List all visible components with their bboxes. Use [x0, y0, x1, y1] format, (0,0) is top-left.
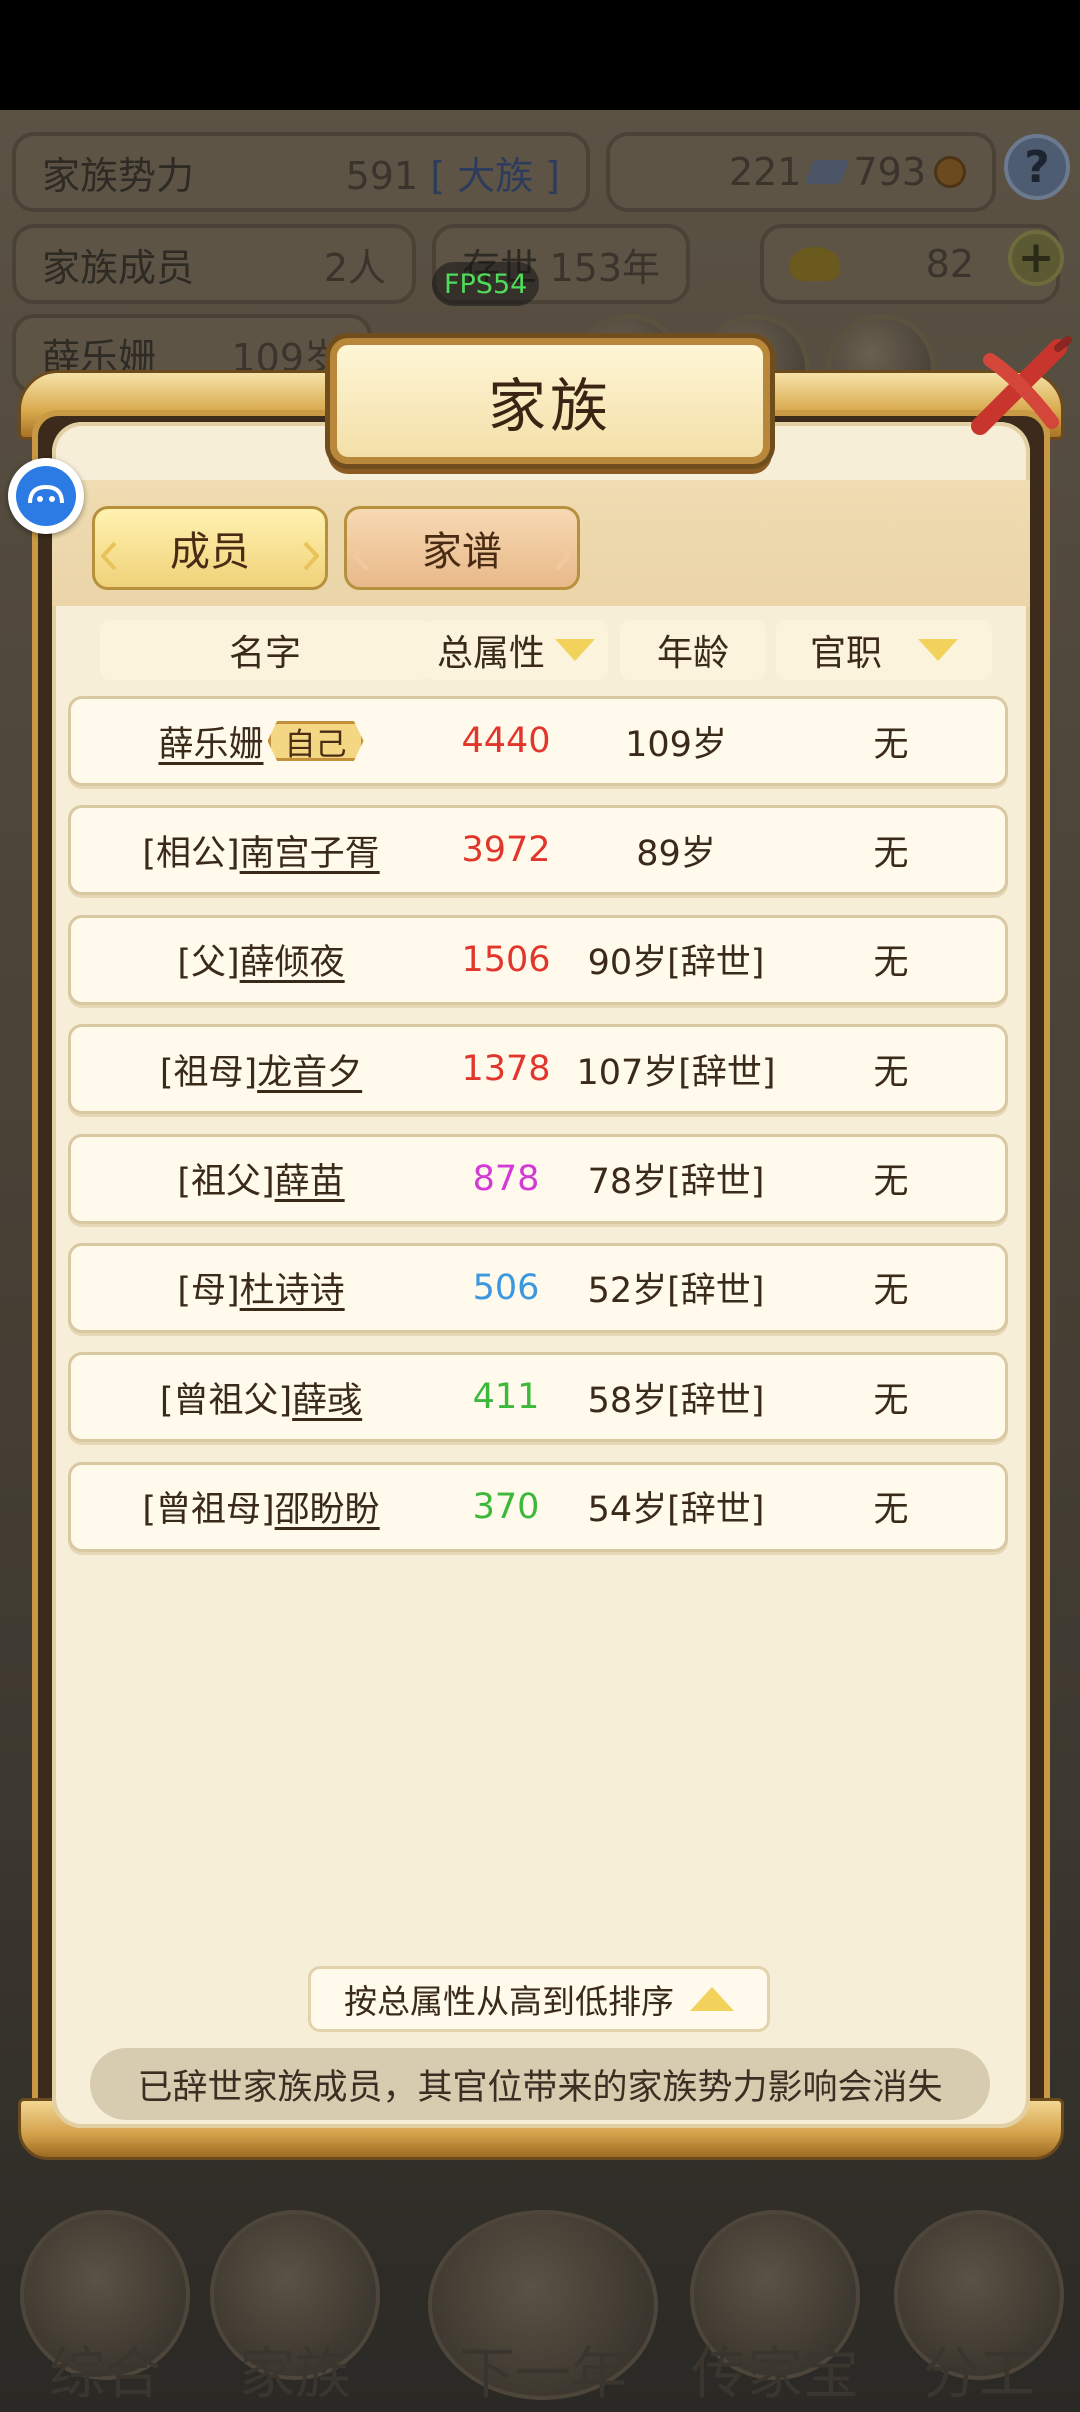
- column-header-total-attr[interactable]: 总属性: [424, 620, 608, 680]
- fps-counter: FPS54: [432, 262, 540, 306]
- gold-value: 82: [925, 242, 974, 286]
- member-prefix: [祖父]: [177, 1162, 275, 1203]
- bottom-nav: 综合 家族 下一年 传家宝 分工: [0, 2180, 1080, 2412]
- member-prefix: [母]: [177, 1271, 240, 1312]
- member-rank: 无: [873, 724, 909, 765]
- member-age: 107岁[辞世]: [576, 1052, 776, 1093]
- member-rank: 无: [873, 1380, 909, 1421]
- tab-members-label: 成员: [170, 529, 250, 575]
- floating-assistant-icon[interactable]: [8, 458, 84, 534]
- members-label: 家族成员: [42, 245, 195, 290]
- sort-up-icon: [690, 1987, 734, 2011]
- add-gold-icon[interactable]: +: [1008, 230, 1064, 286]
- help-icon[interactable]: ?: [1004, 134, 1070, 200]
- coin-icon: [934, 156, 966, 188]
- member-name-link[interactable]: 龙音夕: [257, 1044, 362, 1095]
- tab-strip: 成员 家谱: [52, 480, 1030, 606]
- member-name-link[interactable]: 南宫子胥: [240, 825, 380, 876]
- arrow-right-icon: [303, 535, 320, 571]
- member-total-attr: 370: [472, 1486, 540, 1527]
- family-dialog: 家族 成员 家谱 名字 总属性 年龄 官职 薛乐姗 自己 4440 109岁 无…: [18, 336, 1072, 2170]
- table-row[interactable]: [父] 薛倾夜 1506 90岁[辞世] 无: [68, 914, 1008, 1005]
- table-row[interactable]: [母] 杜诗诗 506 52岁[辞世] 无: [68, 1242, 1008, 1333]
- member-age: 109岁: [625, 724, 727, 765]
- tab-members[interactable]: 成员: [92, 506, 328, 590]
- member-list: 薛乐姗 自己 4440 109岁 无 [相公] 南宫子胥 3972 89岁 无 [父…: [68, 696, 1008, 1571]
- member-age: 54岁[辞世]: [587, 1490, 765, 1531]
- nav-item-work[interactable]: 分工: [884, 2210, 1074, 2410]
- currency-b-value: 793: [853, 150, 926, 194]
- member-prefix: [曾祖母]: [142, 1490, 275, 1531]
- dialog-title: 家族: [487, 372, 612, 440]
- nav-item-family[interactable]: 家族: [200, 2210, 390, 2410]
- member-rank: 无: [873, 1162, 909, 1203]
- member-name-link[interactable]: 薛彧: [292, 1372, 362, 1423]
- arrow-left-icon: [100, 535, 117, 571]
- member-prefix: [相公]: [142, 833, 240, 874]
- member-total-attr: 506: [472, 1267, 540, 1308]
- nav-item-general[interactable]: 综合: [10, 2210, 200, 2410]
- member-name-link[interactable]: 薛乐姗: [158, 716, 263, 767]
- close-icon[interactable]: [960, 330, 1078, 448]
- deceased-notice: 已辞世家族成员，其官位带来的家族势力影响会消失: [90, 2048, 990, 2120]
- sort-down-icon: [555, 639, 595, 661]
- column-header-age[interactable]: 年龄: [620, 620, 766, 680]
- currency-stat: 221 793: [606, 132, 996, 212]
- member-name-link[interactable]: 杜诗诗: [240, 1262, 345, 1313]
- nav-item-next-year[interactable]: 下一年: [428, 2210, 658, 2410]
- member-name-link[interactable]: 邵盼盼: [275, 1481, 380, 1532]
- members-stat: 家族成员 2人: [12, 224, 416, 304]
- arrow-right-icon: [555, 535, 572, 571]
- tab-genealogy[interactable]: 家谱: [344, 506, 580, 590]
- member-rank: 无: [873, 1052, 909, 1093]
- member-prefix: [父]: [177, 943, 240, 984]
- member-age: 78岁[辞世]: [587, 1162, 765, 1203]
- member-prefix: [曾祖父]: [159, 1380, 293, 1421]
- sort-order-button[interactable]: 按总属性从高到低排序: [308, 1966, 770, 2032]
- member-total-attr: 878: [472, 1158, 540, 1199]
- nav-item-heirloom[interactable]: 传家宝: [680, 2210, 870, 2410]
- member-total-attr: 1506: [461, 939, 551, 980]
- table-row[interactable]: [相公] 南宫子胥 3972 89岁 无: [68, 805, 1008, 896]
- member-total-attr: 4440: [461, 721, 551, 761]
- table-row[interactable]: [曾祖母] 邵盼盼 370 54岁[辞世] 无: [68, 1461, 1008, 1552]
- member-name-link[interactable]: 薛倾夜: [240, 934, 345, 985]
- member-total-attr: 3972: [461, 830, 551, 871]
- member-rank: 无: [873, 943, 909, 984]
- member-age: 52岁[辞世]: [587, 1271, 765, 1312]
- member-age: 89岁: [636, 833, 716, 874]
- table-row[interactable]: 薛乐姗 自己 4440 109岁 无: [68, 696, 1008, 786]
- member-rank: 无: [873, 833, 909, 874]
- silver-icon: [805, 160, 850, 184]
- table-row[interactable]: [祖父] 薛苗 878 78岁[辞世] 无: [68, 1133, 1008, 1224]
- alive-value: 153年: [549, 245, 660, 290]
- family-power-value: 591: [345, 153, 419, 198]
- face-icon: [28, 484, 64, 504]
- member-rank: 无: [873, 1490, 909, 1531]
- member-name-link[interactable]: 薛苗: [275, 1153, 345, 1204]
- family-power-label: 家族势力: [42, 153, 195, 198]
- members-value: 2人: [323, 245, 386, 290]
- family-power-tag: [ 大族 ]: [430, 153, 560, 198]
- currency-a-value: 221: [728, 150, 802, 194]
- tab-genealogy-label: 家谱: [422, 529, 502, 575]
- dialog-title-plaque: 家族: [330, 338, 770, 464]
- member-total-attr: 1378: [461, 1049, 551, 1090]
- member-total-attr: 411: [472, 1377, 540, 1418]
- gold-ingot-icon: [790, 247, 840, 281]
- filter-down-icon: [918, 639, 958, 661]
- column-header-name[interactable]: 名字: [100, 620, 430, 680]
- member-rank: 无: [873, 1271, 909, 1312]
- sort-order-label: 按总属性从高到低排序: [344, 1982, 674, 2021]
- member-prefix: [祖母]: [159, 1052, 258, 1093]
- table-row[interactable]: [祖母] 龙音夕 1378 107岁[辞世] 无: [68, 1024, 1008, 1115]
- table-row[interactable]: [曾祖父] 薛彧 411 58岁[辞世] 无: [68, 1352, 1008, 1443]
- column-header-rank[interactable]: 官职: [776, 620, 992, 680]
- family-power-stat: 家族势力 591 [ 大族 ]: [12, 132, 590, 212]
- member-age: 90岁[辞世]: [587, 943, 765, 984]
- self-badge: 自己: [267, 721, 364, 761]
- member-age: 58岁[辞世]: [587, 1380, 765, 1421]
- arrow-left-icon: [352, 535, 369, 571]
